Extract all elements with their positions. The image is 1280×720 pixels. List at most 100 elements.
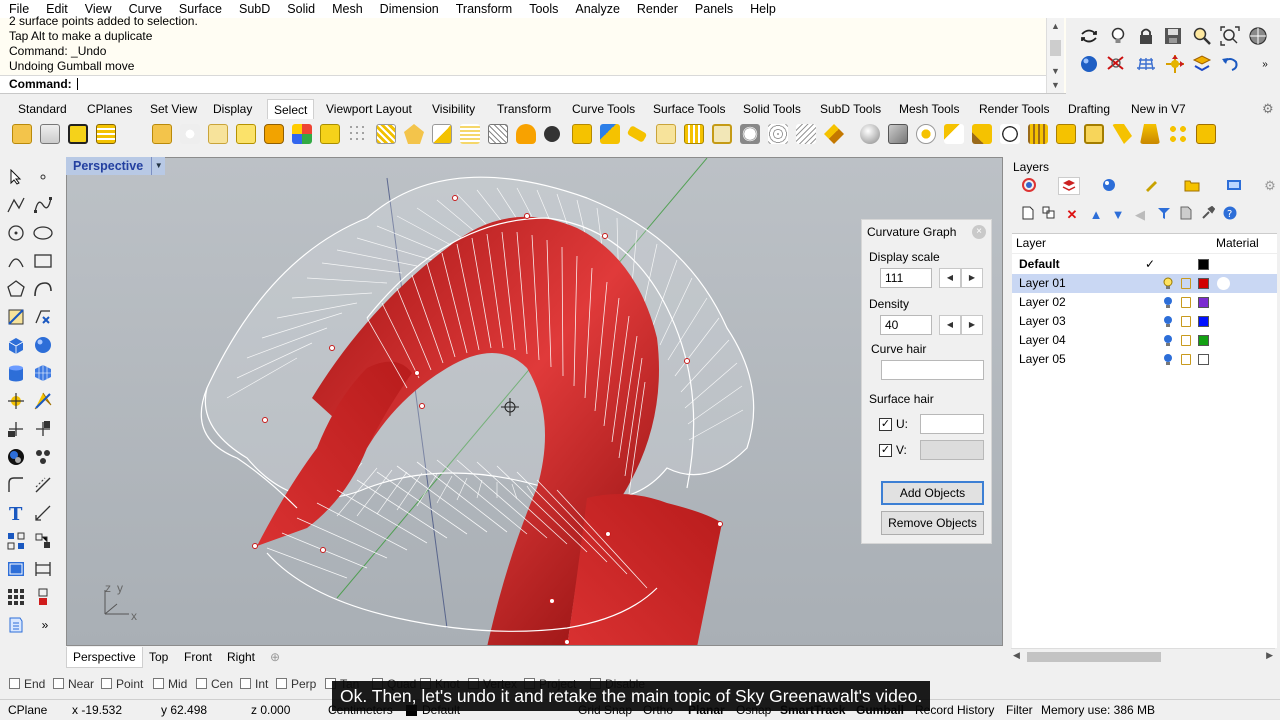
tab-display[interactable]: Display: [213, 99, 252, 119]
array-icon[interactable]: [32, 530, 54, 552]
hatch-icon[interactable]: [32, 558, 54, 580]
select-cubes-icon[interactable]: [888, 124, 908, 144]
copy-layer-icon[interactable]: [1177, 206, 1195, 224]
undo-view-icon[interactable]: [1219, 53, 1241, 75]
folder-tab-icon[interactable]: [1181, 177, 1203, 195]
density-decrease-icon[interactable]: ◀: [939, 315, 961, 335]
material-column-header[interactable]: Material: [1216, 234, 1259, 253]
lightbulb-on-icon[interactable]: [1163, 315, 1173, 328]
group-icon[interactable]: [32, 446, 54, 468]
new-sublayer-icon[interactable]: [1040, 206, 1058, 224]
layer-color-swatch[interactable]: [1198, 316, 1209, 327]
filter-layers-icon[interactable]: [1155, 206, 1173, 224]
render-sphere-icon[interactable]: [1078, 53, 1100, 75]
unlock-icon[interactable]: [1181, 316, 1191, 327]
select-brush-icon[interactable]: [944, 124, 964, 144]
transform-icon[interactable]: [5, 390, 27, 412]
offset-icon[interactable]: [32, 474, 54, 496]
select-key-icon[interactable]: [1112, 124, 1132, 144]
scroll-up-icon[interactable]: ▲: [1051, 21, 1060, 31]
loft-icon[interactable]: [32, 306, 54, 328]
select-blocks-icon[interactable]: [516, 124, 536, 144]
gumball-icon[interactable]: [1164, 53, 1186, 75]
lightbulb-icon[interactable]: [1107, 25, 1129, 47]
layer-color-swatch[interactable]: [1198, 335, 1209, 346]
select-patterns-icon[interactable]: [796, 124, 816, 144]
scroll-right-icon[interactable]: ▶: [1266, 650, 1273, 661]
select-point-cloud-icon[interactable]: [348, 124, 368, 144]
gear-icon[interactable]: ⚙: [1262, 99, 1274, 119]
u-hair-color[interactable]: [920, 414, 984, 434]
osnap-int[interactable]: Int: [240, 677, 268, 692]
layer-color-swatch[interactable]: [1198, 354, 1209, 365]
select-planar-icon[interactable]: [684, 124, 704, 144]
settings-tab-icon[interactable]: ⚙: [1259, 177, 1280, 195]
unlock-icon[interactable]: [1181, 297, 1191, 308]
polyline-icon[interactable]: [5, 194, 27, 216]
tab-cplanes[interactable]: CPlanes: [87, 99, 132, 119]
display-scale-decrease-icon[interactable]: ◀: [939, 268, 961, 288]
viewport-menu-icon[interactable]: ▼: [151, 157, 166, 175]
dimension-icon[interactable]: [32, 502, 54, 524]
tab-transform[interactable]: Transform: [497, 99, 551, 119]
layer-row-04[interactable]: Layer 04: [1012, 331, 1277, 350]
select-boxes-icon[interactable]: [712, 124, 732, 144]
osnap-point[interactable]: Point: [101, 677, 143, 692]
fillet-icon[interactable]: [5, 474, 27, 496]
osnap-near[interactable]: Near: [53, 677, 94, 692]
osnap-end[interactable]: End: [9, 677, 45, 692]
select-bad-objects-icon[interactable]: [600, 124, 620, 144]
filter-icon[interactable]: [40, 124, 60, 144]
hscroll-thumb[interactable]: [1027, 652, 1161, 662]
box-icon[interactable]: [5, 334, 27, 356]
osnap-cen[interactable]: Cen: [196, 677, 233, 692]
tab-solid-tools[interactable]: Solid Tools: [743, 99, 801, 119]
layer-row-default[interactable]: Default ✓: [1012, 255, 1277, 274]
tab-set-view[interactable]: Set View: [150, 99, 197, 119]
scroll-left-icon[interactable]: ◀: [1013, 650, 1020, 661]
add-viewport-icon[interactable]: ⊕: [264, 647, 286, 668]
select-annotation-icon[interactable]: [544, 126, 560, 142]
grid-array-icon[interactable]: [5, 586, 27, 608]
select-box-icon[interactable]: [1056, 124, 1076, 144]
select-arrow-icon[interactable]: [5, 166, 27, 188]
select-zoom-icon[interactable]: [1000, 124, 1020, 144]
tools-icon[interactable]: [1199, 205, 1217, 224]
material-swatch[interactable]: [1217, 277, 1230, 290]
grid-icon[interactable]: [1135, 53, 1157, 75]
select-points-icon[interactable]: [180, 124, 200, 144]
layer-row-02[interactable]: Layer 02: [1012, 293, 1277, 312]
select-solids-icon[interactable]: [264, 124, 284, 144]
tab-visibility[interactable]: Visibility: [432, 99, 475, 119]
history-tool-icon[interactable]: [32, 586, 54, 608]
gumball-tool-icon[interactable]: [32, 390, 54, 412]
mesh-icon[interactable]: [32, 362, 54, 384]
select-all-icon[interactable]: [12, 124, 32, 144]
unlock-icon[interactable]: [1181, 278, 1191, 289]
rectangle-icon[interactable]: [32, 250, 54, 272]
density-input[interactable]: 40: [880, 315, 932, 335]
osnap-checkbox[interactable]: [196, 678, 207, 689]
unlock-icon[interactable]: [1181, 335, 1191, 346]
u-checkbox[interactable]: ✓: [879, 418, 892, 431]
osnap-checkbox[interactable]: [101, 678, 112, 689]
block-icon[interactable]: [5, 530, 27, 552]
scroll-down-icon[interactable]: ▼: [1051, 66, 1060, 76]
layer-row-01[interactable]: Layer 01: [1012, 274, 1277, 293]
select-spirals-icon[interactable]: [768, 124, 788, 144]
select-polysurfaces-icon[interactable]: [208, 124, 228, 144]
layer-color-swatch[interactable]: [1198, 278, 1209, 289]
zoom-icon[interactable]: [1191, 25, 1213, 47]
filter-toggle[interactable]: Filter: [1006, 700, 1033, 720]
move-down-icon[interactable]: ▼: [1109, 206, 1127, 224]
text-icon[interactable]: T: [5, 502, 27, 524]
lightbulb-on-icon[interactable]: [1163, 277, 1173, 290]
density-increase-icon[interactable]: ▶: [961, 315, 983, 335]
help-icon[interactable]: ?: [1221, 206, 1239, 224]
zoom-extents-icon[interactable]: [1219, 25, 1241, 47]
display-mode-icon[interactable]: [1247, 25, 1269, 47]
vtab-top[interactable]: Top: [143, 647, 174, 668]
select-mesh-icon[interactable]: [460, 124, 480, 144]
osnap-checkbox[interactable]: [53, 678, 64, 689]
select-lights-icon[interactable]: [488, 124, 508, 144]
